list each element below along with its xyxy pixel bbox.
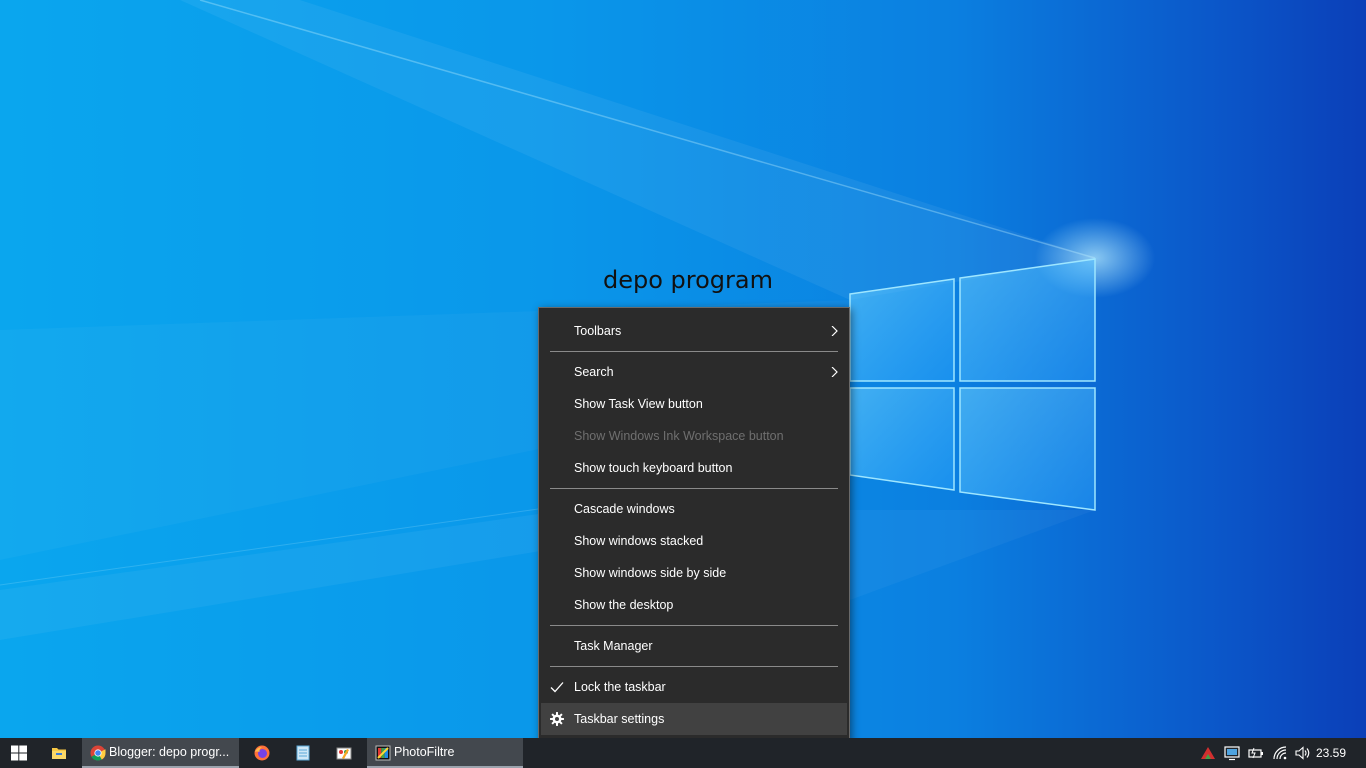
menu-item-show-touch-keyboard[interactable]: Show touch keyboard button	[541, 452, 847, 484]
menu-separator	[550, 488, 838, 489]
menu-item-show-windows-stacked[interactable]: Show windows stacked	[541, 525, 847, 557]
start-button[interactable]	[0, 738, 36, 768]
watermark-text: depo program	[603, 266, 773, 294]
menu-item-label: Show the desktop	[574, 598, 674, 612]
menu-item-label: Task Manager	[574, 639, 653, 653]
taskbar-context-menu: Toolbars Search Show Task View button Sh…	[538, 307, 850, 744]
menu-item-label: Cascade windows	[574, 502, 675, 516]
taskbar-paint-button[interactable]	[326, 738, 362, 768]
menu-item-label: Taskbar settings	[574, 712, 665, 726]
chevron-right-icon	[831, 367, 838, 377]
menu-item-show-desktop[interactable]: Show the desktop	[541, 589, 847, 621]
display-icon[interactable]	[1224, 745, 1240, 761]
notepad-icon	[296, 745, 310, 761]
menu-item-show-windows-ink: Show Windows Ink Workspace button	[541, 420, 847, 452]
menu-item-label: Lock the taskbar	[574, 680, 666, 694]
battery-icon[interactable]	[1248, 745, 1264, 761]
menu-item-label: Show Windows Ink Workspace button	[574, 429, 784, 443]
chevron-right-icon	[831, 326, 838, 336]
menu-item-label: Show windows stacked	[574, 534, 704, 548]
gear-icon	[550, 712, 564, 726]
menu-item-taskbar-settings[interactable]: Taskbar settings	[541, 703, 847, 735]
menu-item-label: Show Task View button	[574, 397, 703, 411]
taskbar-chrome-label: Blogger: depo progr...	[109, 745, 230, 759]
menu-separator	[550, 666, 838, 667]
menu-item-lock-taskbar[interactable]: Lock the taskbar	[541, 671, 847, 703]
menu-item-task-manager[interactable]: Task Manager	[541, 630, 847, 662]
menu-item-label: Show windows side by side	[574, 566, 727, 580]
photofiltre-icon	[375, 745, 391, 761]
firefox-icon	[254, 745, 270, 761]
chrome-icon	[90, 745, 106, 761]
menu-separator	[550, 625, 838, 626]
menu-item-show-windows-side-by-side[interactable]: Show windows side by side	[541, 557, 847, 589]
file-explorer-icon	[52, 748, 66, 759]
desktop[interactable]: depo program Toolbars Search Show Task V…	[0, 0, 1366, 768]
taskbar-notepad-button[interactable]	[285, 738, 321, 768]
menu-item-toolbars[interactable]: Toolbars	[541, 315, 847, 347]
checkmark-icon	[550, 682, 564, 693]
menu-item-label: Search	[574, 365, 614, 379]
red-arrow-icon[interactable]	[1200, 745, 1216, 761]
menu-item-label: Toolbars	[574, 324, 622, 338]
taskbar-chrome-button[interactable]: Blogger: depo progr...	[82, 738, 239, 768]
menu-item-cascade-windows[interactable]: Cascade windows	[541, 493, 847, 525]
taskbar-photofiltre-label: PhotoFiltre	[394, 745, 455, 759]
volume-icon[interactable]	[1295, 745, 1311, 761]
taskbar[interactable]: Blogger: depo progr... PhotoFiltre 23.59	[0, 738, 1366, 768]
menu-item-show-task-view[interactable]: Show Task View button	[541, 388, 847, 420]
menu-item-search[interactable]: Search	[541, 356, 847, 388]
taskbar-clock[interactable]: 23.59	[1316, 738, 1346, 768]
taskbar-file-explorer-button[interactable]	[41, 738, 77, 768]
taskbar-photofiltre-button[interactable]: PhotoFiltre	[367, 738, 523, 768]
taskbar-firefox-button[interactable]	[244, 738, 280, 768]
menu-separator	[550, 351, 838, 352]
menu-item-label: Show touch keyboard button	[574, 461, 733, 475]
windows-start-icon	[11, 745, 27, 761]
paint-icon	[336, 747, 352, 760]
wifi-icon[interactable]	[1272, 745, 1288, 761]
